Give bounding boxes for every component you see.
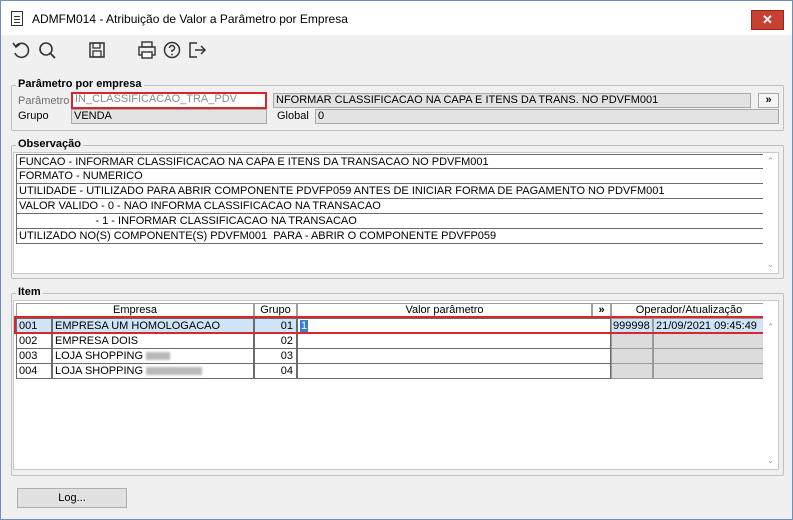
row-data [653,364,767,379]
row-empresa-cell: LOJA SHOPPING [52,364,254,379]
scroll-down-icon[interactable]: ⌄ [766,456,775,465]
observacao-line: UTILIZADO NO(S) COMPONENTE(S) PDVFM001 P… [16,229,767,244]
row-highlight-box [14,316,766,334]
exit-icon[interactable] [186,39,208,61]
row-code: 002 [16,334,52,349]
row-operador [611,364,653,379]
item-grid: Empresa Grupo Valor parâmetro » Operador… [13,300,779,470]
undo-icon[interactable] [10,39,32,61]
row-operador [611,334,653,349]
row-grupo: 02 [254,334,297,349]
item-scrollbar[interactable]: ⌃ ⌄ [763,301,778,469]
log-button[interactable]: Log... [17,488,127,508]
save-icon[interactable] [86,39,108,61]
title-bar: ADMFM014 - Atribuição de Valor a Parâmet… [1,1,792,35]
grupo-field: VENDA [71,109,267,124]
row-operador [611,349,653,364]
close-button[interactable]: ✕ [751,10,784,30]
help-icon[interactable] [161,39,183,61]
observacao-group-title: Observação [16,138,83,150]
row-grupo: 04 [254,364,297,379]
toolbar [1,35,792,65]
window-title: ADMFM014 - Atribuição de Valor a Parâmet… [32,12,348,26]
row-valor-input[interactable] [297,334,611,349]
print-icon[interactable] [136,39,158,61]
row-code: 004 [16,364,52,379]
parametro-group-title: Parâmetro por empresa [16,78,144,90]
row-grupo: 03 [254,349,297,364]
row-empresa-cell: LOJA SHOPPING [52,349,254,364]
row-valor-input[interactable] [297,364,611,379]
row-empresa: LOJA SHOPPING [55,350,144,362]
row-code: 003 [16,349,52,364]
scroll-up-icon[interactable]: ⌃ [766,157,775,166]
redacted-text [146,367,203,376]
observacao-line: - 1 - INFORMAR CLASSIFICACAO NA TRANSACA… [16,214,767,229]
observacao-line: VALOR VALIDO - 0 - NAO INFORMA CLASSIFIC… [16,199,767,214]
parametro-label: Parâmetro [18,95,70,107]
main-window: ADMFM014 - Atribuição de Valor a Parâmet… [0,0,793,520]
search-icon[interactable] [36,39,58,61]
scroll-up-icon[interactable]: ⌃ [766,323,775,332]
observacao-line: FUNCAO - INFORMAR CLASSIFICACAO NA CAPA … [16,154,767,169]
parametro-field[interactable]: IN_CLASSIFICACAO_TRA_PDV [71,92,267,109]
row-empresa: LOJA SHOPPING [55,365,144,377]
grupo-label: Grupo [18,110,49,122]
global-label: Global [277,110,309,122]
observacao-scrollbar[interactable]: ⌃ ⌄ [763,153,778,273]
row-data [653,349,767,364]
item-group-title: Item [16,286,43,298]
row-data [653,334,767,349]
observacao-line: UTILIDADE - UTILIZADO PARA ABRIR COMPONE… [16,184,767,199]
global-field: 0 [315,109,779,124]
parametro-more-button[interactable]: » [758,93,779,108]
redacted-text [146,352,171,361]
parametro-description-field: NFORMAR CLASSIFICACAO NA CAPA E ITENS DA… [273,93,751,108]
scroll-down-icon[interactable]: ⌄ [766,260,775,269]
observacao-textarea[interactable]: FUNCAO - INFORMAR CLASSIFICACAO NA CAPA … [13,152,779,274]
row-valor-input[interactable] [297,349,611,364]
observacao-line: FORMATO - NUMERICO [16,169,767,184]
row-empresa: EMPRESA DOIS [52,334,254,349]
document-icon [11,11,23,26]
